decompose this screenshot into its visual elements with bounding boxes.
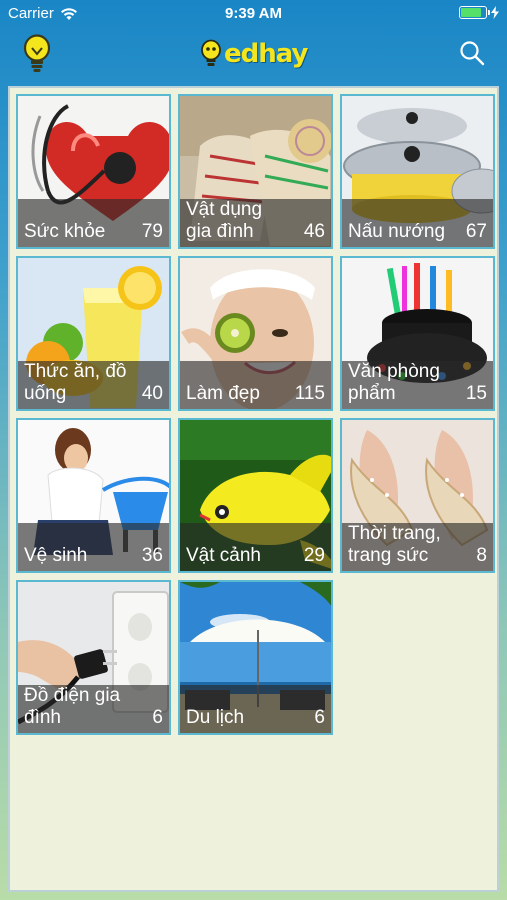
logo-text: edhay — [224, 39, 308, 69]
tile-label: Văn phòng phẩm — [348, 361, 440, 404]
category-tile-household[interactable]: Vật dụng gia đình 46 — [178, 94, 333, 249]
tile-label: Làm đẹp — [186, 383, 260, 404]
category-grid: Sức khỏe 79 Vật dụng gia đình 46 Nấu nướng 67… — [16, 94, 495, 735]
lightbulb-icon[interactable] — [22, 34, 52, 74]
tile-label: Sức khỏe — [24, 221, 106, 242]
category-tile-stationery[interactable]: Văn phòng phẩm 15 — [340, 256, 495, 411]
category-tile-pets[interactable]: Vật cảnh 29 — [178, 418, 333, 573]
tile-count: 6 — [314, 707, 325, 728]
tile-label: Nấu nướng — [348, 221, 446, 242]
category-tile-fashion[interactable]: Thời trang, trang sức 8 — [340, 418, 495, 573]
tile-count: 6 — [152, 707, 163, 728]
app-logo: edhay — [200, 36, 310, 72]
tile-count: 40 — [141, 383, 163, 404]
tile-count: 79 — [141, 221, 163, 242]
tile-count: 15 — [465, 383, 487, 404]
tile-count: 36 — [141, 545, 163, 566]
category-tile-beauty[interactable]: Làm đẹp 115 — [178, 256, 333, 411]
search-icon[interactable] — [459, 40, 485, 66]
category-tile-cleaning[interactable]: Vệ sinh 36 — [16, 418, 171, 573]
charging-bolt-icon — [491, 6, 499, 19]
category-tile-health[interactable]: Sức khỏe 79 — [16, 94, 171, 249]
category-tile-food[interactable]: Thức ăn, đồ uống 40 — [16, 256, 171, 411]
tile-label: Vật dụng gia đình — [186, 199, 263, 242]
tile-count: 29 — [303, 545, 325, 566]
status-right — [459, 6, 499, 19]
tile-label: Vật cảnh — [186, 545, 261, 566]
category-tile-travel[interactable]: Du lịch 6 — [178, 580, 333, 735]
battery-icon — [459, 6, 490, 19]
tile-count: 8 — [476, 545, 487, 566]
status-bar: Carrier 9:39 AM — [0, 0, 507, 28]
tile-count: 46 — [303, 221, 325, 242]
tile-label: Đồ điện gia đình — [24, 685, 121, 728]
nav-bar: edhay — [0, 28, 507, 80]
tile-label: Du lịch — [186, 707, 245, 728]
logo-bulb-icon — [201, 39, 221, 66]
tile-label: Thời trang, trang sức — [348, 523, 441, 566]
category-tile-cooking[interactable]: Nấu nướng 67 — [340, 94, 495, 249]
category-panel: Sức khỏe 79 Vật dụng gia đình 46 Nấu nướng 67… — [8, 86, 499, 892]
tile-count: 67 — [465, 221, 487, 242]
tile-count: 115 — [294, 383, 325, 404]
tile-label: Vệ sinh — [24, 545, 88, 566]
battery-fill — [461, 8, 482, 17]
tile-label: Thức ăn, đồ uống — [24, 361, 127, 404]
category-tile-electric[interactable]: Đồ điện gia đình 6 — [16, 580, 171, 735]
status-time: 9:39 AM — [225, 5, 282, 22]
